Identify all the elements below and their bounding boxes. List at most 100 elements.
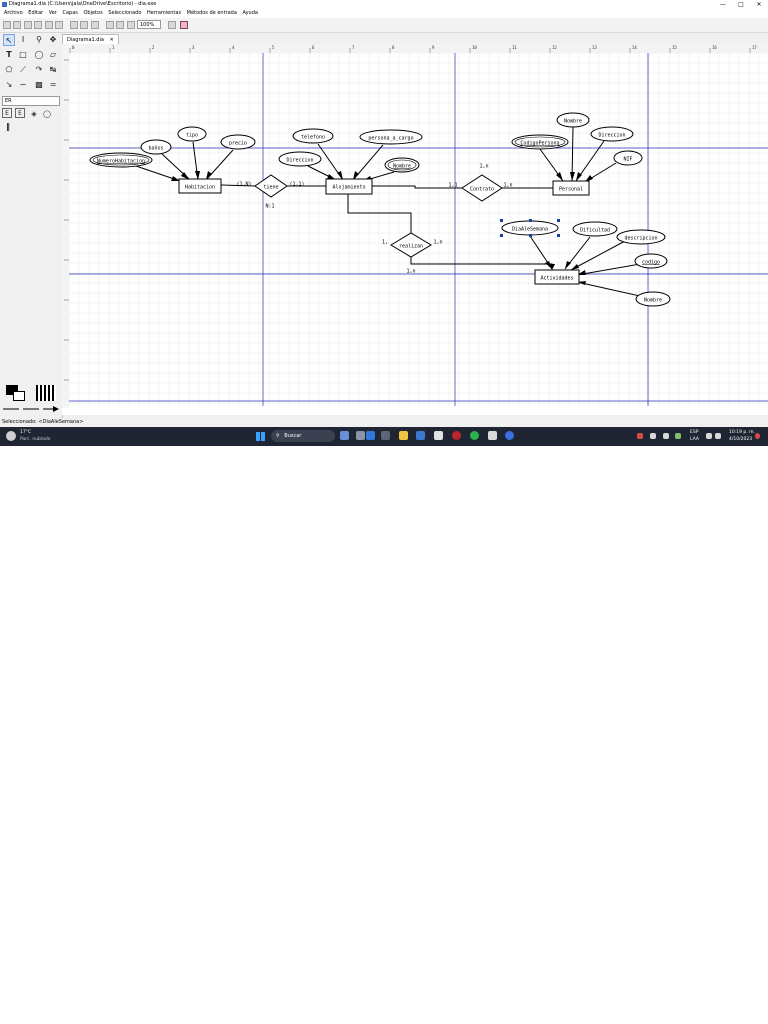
ruler-label: 15 <box>672 45 677 50</box>
arrow-style-selector[interactable] <box>2 405 60 413</box>
polyline-tool-icon[interactable]: ↘ <box>3 79 15 91</box>
label-nif: NIF <box>623 157 632 163</box>
line-nombre-act <box>576 281 641 297</box>
text-tool-icon[interactable]: T <box>3 49 15 61</box>
menu-archivo[interactable]: Archivo <box>4 10 23 16</box>
menu-objetos[interactable]: Objetos <box>83 10 102 16</box>
dia-app-icon[interactable] <box>488 431 497 440</box>
label-descripcion: descripcion <box>624 236 657 242</box>
magnify-tool-icon[interactable]: ⚲ <box>33 34 45 46</box>
store-icon[interactable] <box>416 431 425 440</box>
background-color-swatch[interactable] <box>13 391 25 401</box>
ruler-label: 16 <box>712 45 717 50</box>
lang-indicator[interactable]: ESP <box>690 430 698 435</box>
er-relationship-shape-icon[interactable]: ◈ <box>28 108 40 120</box>
polygon-tool-icon[interactable]: ▱ <box>47 49 59 61</box>
scroll-tool-icon[interactable]: ✥ <box>47 34 59 46</box>
er-participation-shape-icon[interactable]: ‖ <box>2 121 14 133</box>
zoom-fit-icon[interactable] <box>127 21 135 29</box>
widgets-icon[interactable] <box>340 431 349 440</box>
handle-br[interactable] <box>557 234 560 237</box>
diagram-svg[interactable]: 0 1 2 3 4 5 6 7 8 9 10 11 12 13 14 15 16 17 <box>62 44 768 415</box>
tab-close-icon[interactable]: ✕ <box>110 37 114 43</box>
weather-temp: 17°C <box>20 430 32 435</box>
notification-bell-icon[interactable] <box>755 433 760 439</box>
tray-icon-3[interactable] <box>663 433 669 439</box>
new-file-icon[interactable] <box>3 21 11 29</box>
handle-bc[interactable] <box>529 234 532 237</box>
edge-icon[interactable] <box>366 431 375 440</box>
tray-icon-1[interactable] <box>637 433 643 439</box>
menu-ver[interactable]: Ver <box>49 10 57 16</box>
card-habitacion-tiene: (1,N) <box>236 182 251 188</box>
print-icon[interactable] <box>55 21 63 29</box>
image-tool-icon[interactable]: ▩ <box>33 79 45 91</box>
weather-icon[interactable] <box>6 431 16 441</box>
bezier-tool-icon[interactable]: ∽ <box>17 79 29 91</box>
save-as-icon[interactable] <box>34 21 42 29</box>
taskbar-search[interactable]: ⚲ Buscar <box>271 430 335 442</box>
zoom-select[interactable]: 100% <box>137 20 161 29</box>
menu-metodos-entrada[interactable]: Métodos de entrada <box>187 10 237 16</box>
er-entity-shape-icon[interactable]: E <box>2 108 12 118</box>
label-personal: Personal <box>559 187 583 193</box>
clock-time[interactable]: 10:19 p. m. <box>729 430 755 435</box>
label-codigo: codigo <box>642 260 660 266</box>
handle-tc[interactable] <box>529 219 532 222</box>
maximize-button[interactable]: □ <box>732 0 750 9</box>
pointer-tool-icon[interactable]: ↖ <box>3 34 15 46</box>
arc-tool-icon[interactable]: ↷ <box>33 64 45 76</box>
box-tool-icon[interactable]: □ <box>17 49 29 61</box>
explorer-icon[interactable] <box>381 431 390 440</box>
chrome-icon[interactable] <box>505 431 514 440</box>
menu-editar[interactable]: Editar <box>28 10 43 16</box>
label-contrato: Contrato <box>470 187 494 193</box>
zigzag-tool-icon[interactable]: ↹ <box>47 64 59 76</box>
diagram-canvas[interactable]: 0 1 2 3 4 5 6 7 8 9 10 11 12 13 14 15 16 17 <box>62 44 768 415</box>
label-direccion-pers: Direccion <box>598 133 625 139</box>
line-width-icon[interactable] <box>36 385 56 401</box>
menu-seleccionado[interactable]: Seleccionado <box>108 10 141 16</box>
beziergon-tool-icon[interactable]: ⬠ <box>3 64 15 76</box>
menu-herramientas[interactable]: Herramientas <box>147 10 181 16</box>
app-icon-1[interactable] <box>434 431 443 440</box>
tray-icon-4[interactable] <box>675 433 681 439</box>
open-file-icon[interactable] <box>13 21 21 29</box>
label-precio: precio <box>229 141 247 147</box>
snap-grid-icon[interactable] <box>168 21 176 29</box>
ruler-label: 12 <box>552 45 557 50</box>
windows-start-icon[interactable] <box>256 432 265 441</box>
wifi-icon[interactable] <box>706 433 712 439</box>
opera-icon[interactable] <box>452 431 461 440</box>
zoom-out-icon[interactable] <box>116 21 124 29</box>
whatsapp-icon[interactable] <box>470 431 479 440</box>
volume-icon[interactable] <box>715 433 721 439</box>
card-realizan-left: 1, <box>382 240 388 246</box>
text-edit-tool-icon[interactable]: I <box>17 34 29 46</box>
copy-icon[interactable] <box>70 21 78 29</box>
ruler-label: 11 <box>512 45 517 50</box>
tray-icon-2[interactable] <box>650 433 656 439</box>
close-window-button[interactable]: ✕ <box>750 0 768 9</box>
folder-icon[interactable] <box>399 431 408 440</box>
handle-tr[interactable] <box>557 219 560 222</box>
outline-tool-icon[interactable]: ≂ <box>47 79 59 91</box>
task-view-icon[interactable] <box>356 431 365 440</box>
er-attribute-shape-icon[interactable]: ◯ <box>41 108 53 120</box>
cut-icon[interactable] <box>80 21 88 29</box>
line-tool-icon[interactable]: ⟋ <box>17 64 29 76</box>
ruler-label: 10 <box>472 45 477 50</box>
save-icon[interactable] <box>24 21 32 29</box>
paste-icon[interactable] <box>91 21 99 29</box>
menu-ayuda[interactable]: Ayuda <box>243 10 258 16</box>
handle-bl[interactable] <box>500 234 503 237</box>
guides-icon[interactable] <box>180 21 188 29</box>
minimize-button[interactable]: — <box>714 0 732 9</box>
export-icon[interactable] <box>45 21 53 29</box>
ellipse-tool-icon[interactable]: ◯ <box>33 49 45 61</box>
sheet-select[interactable]: ER <box>2 96 60 106</box>
er-weak-entity-shape-icon[interactable]: E <box>15 108 25 118</box>
zoom-in-icon[interactable] <box>106 21 114 29</box>
menu-capas[interactable]: Capas <box>62 10 77 16</box>
handle-tl[interactable] <box>500 219 503 222</box>
